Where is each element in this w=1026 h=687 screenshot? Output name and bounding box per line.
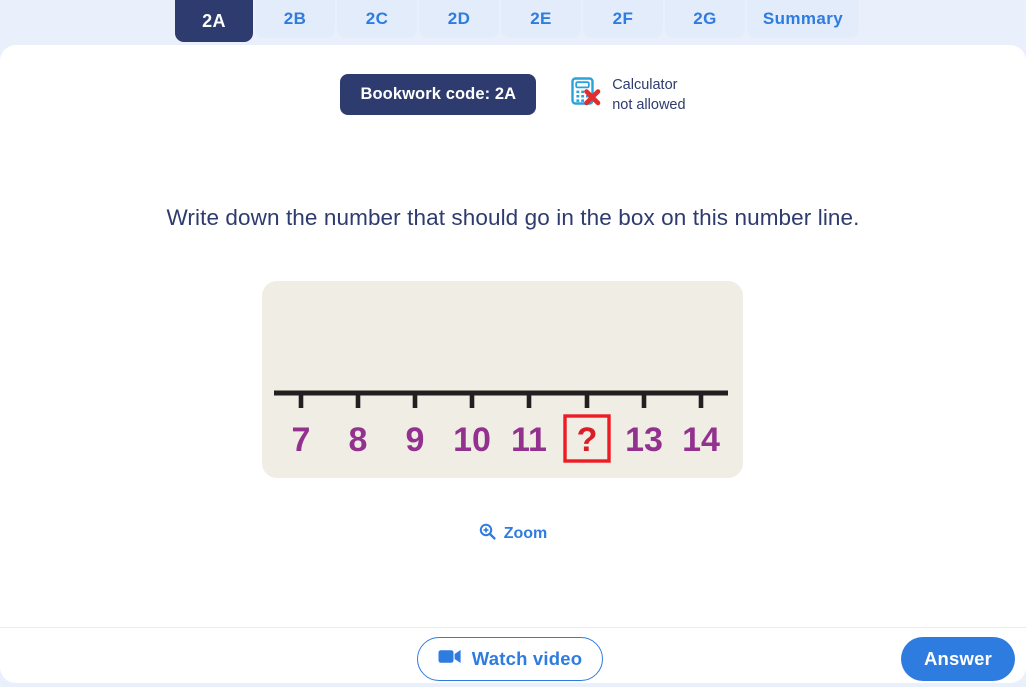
- calculator-text-block: Calculator not allowed: [612, 75, 685, 115]
- tab-label: Summary: [762, 9, 844, 28]
- tab-bar: 2A 2B 2C 2D 2E 2F 2G Summary: [0, 0, 1026, 45]
- number-line-label: 8: [349, 421, 368, 459]
- number-line-label: 10: [453, 421, 491, 459]
- question-header: Bookwork code: 2A Calculator not allowed: [0, 74, 1026, 115]
- tab-2f[interactable]: 2F: [583, 0, 663, 38]
- tab-label: 2D: [447, 9, 471, 28]
- number-line-labels: 7 8 9 10 11 ? 13 14: [292, 421, 720, 459]
- calculator-line-1: Calculator: [612, 76, 678, 93]
- tab-2d[interactable]: 2D: [419, 0, 499, 38]
- quiz-page: 2A 2B 2C 2D 2E 2F 2G Summary Bookwork co…: [0, 0, 1026, 687]
- tab-label: 2E: [530, 9, 552, 28]
- tab-label: 2A: [202, 10, 226, 31]
- tab-label: 2F: [612, 9, 634, 28]
- bookwork-code-badge: Bookwork code: 2A: [340, 74, 537, 115]
- number-line-panel: 7 8 9 10 11 ? 13 14: [262, 281, 743, 478]
- magnifier-plus-icon: [479, 523, 496, 545]
- tab-label: 2C: [365, 9, 389, 28]
- tab-summary[interactable]: Summary: [747, 0, 859, 38]
- calculator-not-allowed-icon: [568, 75, 602, 114]
- zoom-label: Zoom: [503, 525, 548, 542]
- number-line-label: 14: [682, 421, 720, 459]
- calculator-notice: Calculator not allowed: [568, 75, 686, 115]
- question-text: Write down the number that should go in …: [166, 205, 860, 230]
- tab-label: 2G: [693, 9, 717, 28]
- number-line-missing-label: ?: [577, 421, 598, 459]
- watch-video-button[interactable]: Watch video: [417, 637, 603, 681]
- tab-2b[interactable]: 2B: [255, 0, 335, 38]
- tab-2e[interactable]: 2E: [501, 0, 581, 38]
- number-line-label: 9: [406, 421, 425, 459]
- number-line-label: 7: [292, 421, 311, 459]
- tab-2g[interactable]: 2G: [665, 0, 745, 38]
- video-camera-icon: [438, 648, 462, 670]
- tab-2c[interactable]: 2C: [337, 0, 417, 38]
- calculator-line-2: not allowed: [612, 96, 686, 113]
- number-line-graphic: 7 8 9 10 11 ? 13 14: [274, 390, 728, 463]
- tab-2a[interactable]: 2A: [175, 0, 253, 42]
- number-line-label: 11: [511, 421, 547, 459]
- answer-button[interactable]: Answer: [901, 637, 1015, 681]
- number-line-label: 13: [625, 421, 663, 459]
- footer-divider: [0, 627, 1026, 628]
- zoom-button[interactable]: Zoom: [0, 523, 1026, 545]
- question-card: Bookwork code: 2A Calculator not allowed…: [0, 45, 1026, 683]
- watch-video-label: Watch video: [471, 648, 583, 669]
- tab-label: 2B: [283, 9, 307, 28]
